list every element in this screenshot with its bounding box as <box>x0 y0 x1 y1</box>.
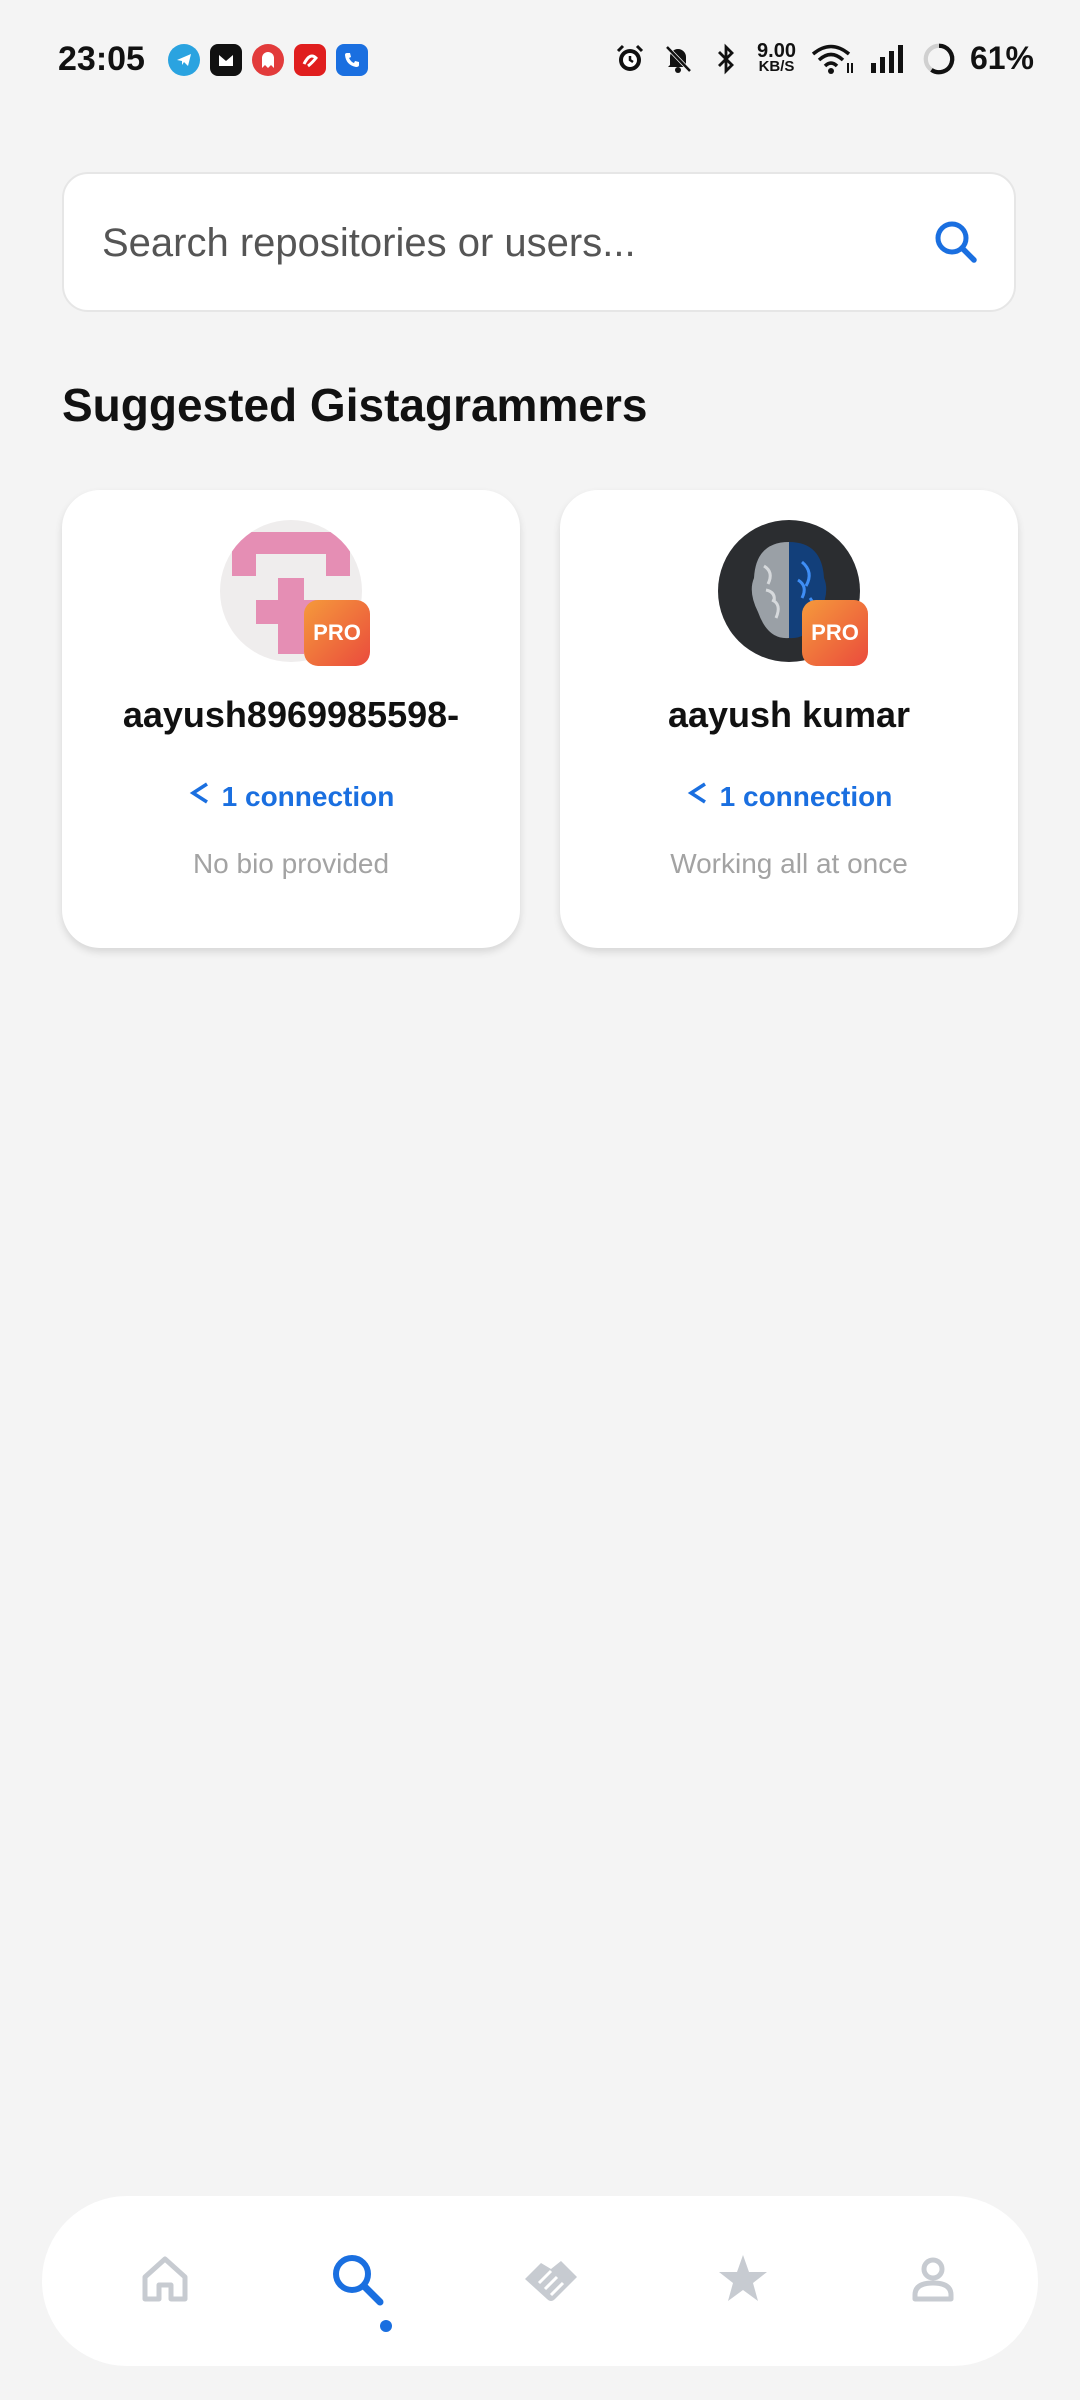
notification-icons <box>168 44 368 76</box>
bluetooth-icon <box>709 42 743 76</box>
section-title: Suggested Gistagrammers <box>62 379 648 431</box>
home-icon[interactable] <box>130 2244 200 2314</box>
search-bar[interactable] <box>62 172 1016 312</box>
battery-icon <box>922 42 956 76</box>
ghost-app-icon <box>252 44 284 76</box>
status-time: 23:05 <box>58 40 145 78</box>
user-bio: No bio provided <box>192 848 390 879</box>
connections-link[interactable]: 1 connection <box>560 780 1018 813</box>
speed-value: 9.00 <box>757 39 796 62</box>
avatar-container: PRO <box>718 520 868 666</box>
connections-link[interactable]: 1 connection <box>62 780 520 813</box>
speed-unit: KB/S <box>758 57 795 75</box>
share-icon <box>188 780 212 813</box>
telegram-icon <box>168 44 200 76</box>
suggested-users-grid: PRO aayush8969985598- 1 connection No bi… <box>62 490 1020 948</box>
search-input[interactable] <box>100 174 924 312</box>
star-icon[interactable] <box>708 2244 778 2314</box>
avatar-container: PRO <box>220 520 370 666</box>
connections-count: 1 connection <box>719 780 893 812</box>
battery-percent: 61% <box>969 40 1034 76</box>
user-name: aayush kumar <box>667 694 911 735</box>
connections-count: 1 connection <box>221 780 395 812</box>
user-card[interactable]: PRO aayush8969985598- 1 connection No bi… <box>62 490 520 948</box>
bottom-nav <box>42 2196 1038 2366</box>
user-name: aayush8969985598- <box>122 694 460 735</box>
network-speed: 9.00 KB/S <box>757 39 796 75</box>
messenger-icon <box>210 44 242 76</box>
handshake-icon[interactable] <box>516 2244 586 2314</box>
wifi-icon <box>810 42 854 76</box>
alarm-icon <box>613 42 647 76</box>
pro-badge: PRO <box>802 600 868 666</box>
search-icon[interactable] <box>322 2244 392 2314</box>
search-icon[interactable] <box>928 214 984 270</box>
active-indicator <box>380 2320 392 2332</box>
user-card[interactable]: PRO aayush kumar 1 connection Working al… <box>560 490 1018 948</box>
phone-app-icon <box>336 44 368 76</box>
profile-icon[interactable] <box>898 2244 968 2314</box>
user-bio: Working all at once <box>670 848 908 879</box>
share-icon <box>686 780 710 813</box>
mute-icon <box>661 42 695 76</box>
pro-badge: PRO <box>304 600 370 666</box>
airtel-icon <box>294 44 326 76</box>
status-bar: 23:05 9.00 KB/S 61% <box>0 0 1080 120</box>
signal-icon <box>868 42 908 76</box>
system-icons: 9.00 KB/S 61% <box>613 40 1034 77</box>
